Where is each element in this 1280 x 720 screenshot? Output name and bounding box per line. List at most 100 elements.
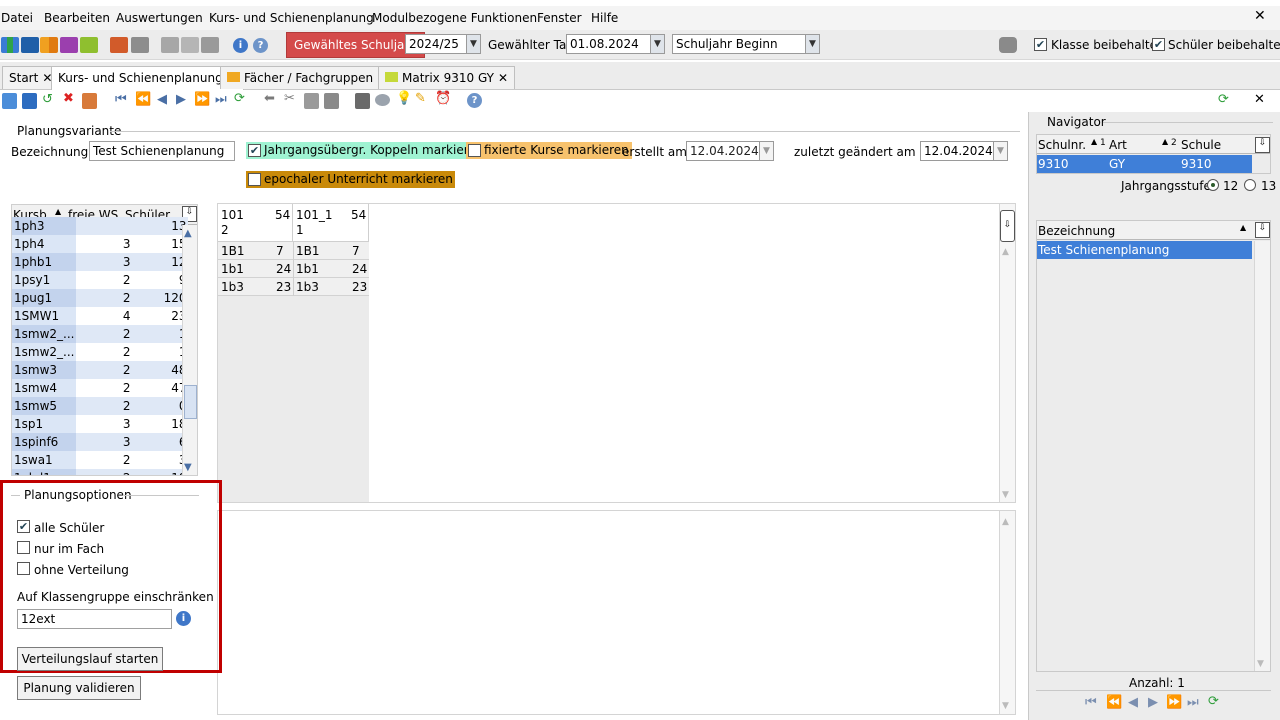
table-row[interactable]: 1sp1 3 18 [12, 415, 189, 433]
tab-faecher[interactable]: Fächer / Fachgruppen✕ [220, 66, 395, 89]
kurs-scrollbar[interactable]: ▲ ▼ [182, 225, 197, 475]
menu-fenster[interactable]: Fenster [537, 11, 582, 25]
fixiert-checkbox[interactable] [468, 144, 481, 157]
refresh-icon[interactable]: ⟳ [234, 91, 245, 106]
refresh-icon[interactable]: ⟳ [1208, 694, 1219, 709]
lightning-icon[interactable] [201, 37, 219, 53]
jahrgang-12-radio[interactable] [1207, 179, 1219, 191]
chevron-down-icon[interactable]: ▼ [993, 142, 1007, 160]
table-row[interactable]: 1SMW1 4 23 [12, 307, 189, 325]
schule-header[interactable]: Schule [1181, 138, 1221, 152]
menu-kursplanung[interactable]: Kurs- und Schienenplanung [209, 11, 374, 25]
undo-icon[interactable]: ↺ [42, 92, 53, 107]
last-icon[interactable]: ⏭ [215, 92, 227, 107]
wand-icon[interactable]: ✎ [415, 91, 426, 106]
courses-icon[interactable] [60, 37, 78, 53]
scroll-up-icon[interactable]: ▲ [184, 228, 192, 239]
prev-icon[interactable]: ◀ [157, 92, 167, 107]
scroll-down-icon[interactable]: ▼ [1257, 659, 1264, 669]
table-row[interactable]: 1ph3 13 [12, 217, 189, 235]
teachers-icon[interactable] [40, 37, 58, 53]
art-header[interactable]: Art [1109, 138, 1127, 152]
jahrgang-markieren-toggle[interactable]: ✔ Jahrgangsübergr. Koppeln markieren [246, 142, 487, 159]
copy-icon[interactable] [161, 37, 179, 53]
ohne-verteilung-checkbox[interactable] [17, 562, 30, 575]
matrix-col-header[interactable]: 101 54 2 [218, 204, 293, 242]
bezeichnung-input[interactable]: Test Schienenplanung [89, 141, 235, 161]
students-icon[interactable] [1, 37, 19, 53]
clock-icon[interactable]: ⏰ [435, 91, 451, 106]
menu-hilfe[interactable]: Hilfe [591, 11, 618, 25]
table-row[interactable]: 1vkd1218 [12, 469, 189, 475]
next-icon[interactable]: ▶ [1148, 695, 1158, 710]
help-icon[interactable]: ? [467, 93, 482, 108]
report-icon[interactable] [110, 37, 128, 53]
scroll-down-icon[interactable]: ▼ [1002, 490, 1009, 500]
klasse-beibehalten-checkbox[interactable]: ✔ [1034, 38, 1047, 51]
back-arrow-icon[interactable]: ⬅ [264, 91, 275, 106]
nur-im-fach-checkbox[interactable] [17, 541, 30, 554]
erstellt-date[interactable]: 12.04.2024 ▼ [686, 141, 774, 161]
table-row[interactable]: 1psy129 [12, 271, 189, 289]
user-icon[interactable] [999, 37, 1017, 53]
lightbulb-icon[interactable]: 💡 [396, 91, 412, 106]
preview-icon[interactable] [375, 94, 390, 106]
matrix-row[interactable]: 1b1 24 1b1 24 [218, 260, 369, 278]
table-row[interactable]: 1smw4 2 47 [12, 379, 189, 397]
new-icon[interactable] [2, 93, 17, 109]
fast-back-icon[interactable]: ⏪ [1106, 695, 1122, 710]
info-icon[interactable]: i [176, 611, 191, 626]
first-icon[interactable]: ⏮ [115, 92, 127, 107]
copy-icon[interactable] [304, 93, 319, 109]
delete-icon[interactable]: ✖ [63, 91, 74, 106]
chevron-down-icon[interactable]: ▼ [759, 142, 773, 160]
table-row[interactable]: 1pug1 2 120 [12, 289, 189, 307]
fast-forward-icon[interactable]: ⏩ [194, 92, 210, 107]
klassengruppe-input[interactable]: 12ext [17, 609, 172, 629]
planung-validieren-button[interactable]: Planung validieren [17, 676, 141, 700]
jahrgang-13-radio[interactable] [1244, 179, 1256, 191]
table-row[interactable]: 1smw2_...21 [12, 343, 189, 361]
column-chooser-icon[interactable]: ⇩ [1255, 222, 1270, 238]
properties-icon[interactable] [82, 93, 97, 109]
menu-datei[interactable]: Datei [1, 11, 33, 25]
epochal-checkbox[interactable] [248, 173, 261, 186]
scroll-up-icon[interactable]: ▲ [1002, 517, 1009, 527]
table-row[interactable]: 1swa123 [12, 451, 189, 469]
fast-forward-icon[interactable]: ⏩ [1166, 695, 1182, 710]
table-row[interactable]: 1smw520 [12, 397, 189, 415]
geaendert-date[interactable]: 12.04.2024 ▼ [920, 141, 1008, 161]
variant-list-item[interactable]: Test Schienenplanung [1037, 241, 1252, 259]
chevron-down-icon[interactable]: ▼ [650, 35, 664, 53]
table-row[interactable]: 1phb1 3 12 [12, 253, 189, 271]
menu-auswertungen[interactable]: Auswertungen [116, 11, 203, 25]
table-row[interactable]: 1ph4 3 15 [12, 235, 189, 253]
scroll-thumb[interactable] [184, 385, 197, 419]
prev-icon[interactable]: ◀ [1128, 695, 1138, 710]
alle-schueler-checkbox[interactable]: ✔ [17, 520, 30, 533]
next-icon[interactable]: ▶ [176, 92, 186, 107]
schueler-beibehalten-checkbox[interactable]: ✔ [1152, 38, 1165, 51]
close-icon[interactable]: ✕ [1254, 92, 1265, 107]
matrix-row[interactable]: 1B1 7 1B1 7 [218, 242, 369, 260]
menu-modulfunktionen[interactable]: Modulbezogene Funktionen [372, 11, 537, 25]
print-list-icon[interactable] [131, 37, 149, 53]
epochal-markieren-toggle[interactable]: epochaler Unterricht markieren [246, 171, 455, 188]
schuljahr-select[interactable]: 2024/25 ▼ [405, 34, 481, 54]
period-select[interactable]: Schuljahr Beginn ▼ [672, 34, 820, 54]
jahrgang-checkbox[interactable]: ✔ [248, 144, 261, 157]
tab-matrix[interactable]: Matrix 9310 GY ✕ [378, 66, 516, 89]
close-icon[interactable]: ✕ [498, 71, 508, 85]
save-icon[interactable] [22, 93, 37, 109]
last-icon[interactable]: ⏭ [1187, 695, 1199, 710]
menu-bearbeiten[interactable]: Bearbeiten [44, 11, 110, 25]
help-icon[interactable]: ? [253, 38, 268, 53]
chevron-down-icon[interactable]: ▼ [466, 35, 480, 53]
column-chooser-icon[interactable]: ⇩ [1255, 137, 1270, 153]
class-icon[interactable] [21, 37, 39, 53]
first-icon[interactable]: ⏮ [1085, 695, 1097, 710]
subjects-icon[interactable] [80, 37, 98, 53]
sync-icon[interactable]: ⟳ [1218, 92, 1229, 107]
window-icon[interactable] [181, 37, 199, 53]
scroll-down-icon[interactable]: ▼ [1002, 701, 1009, 711]
